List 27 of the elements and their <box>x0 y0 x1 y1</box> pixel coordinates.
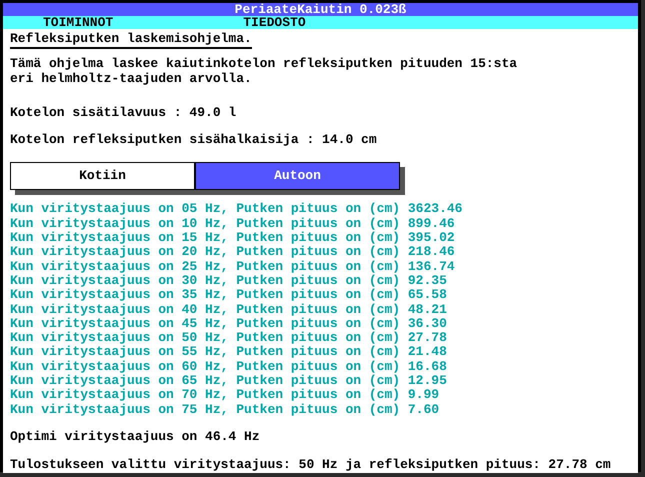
result-line: Kun viritystaajuus on 45 Hz, Putken pituus on (cm) 36.30 <box>10 316 448 332</box>
result-line: Kun viritystaajuus on 35 Hz, Putken pituus on (cm) 65.58 <box>10 288 448 303</box>
description-line: Tämä ohjelma laskee kaiutinkotelon refleksiputken pituuden 15:sta <box>10 57 518 72</box>
diameter-text: Kotelon refleksiputken sisähalkaisija : 14.0 cm <box>10 133 378 148</box>
menu-item[interactable]: TIEDOSTO <box>243 16 306 29</box>
result-line: Kun viritystaajuus on 40 Hz, Putken pituus on (cm) 48.21 <box>10 302 448 317</box>
output-text: Tulostukseen valittu viritystaajuus: 50 Hz ja refleksiputken pituus: 27.78 cm <box>10 458 612 473</box>
result-line: Kun viritystaajuus on 55 Hz, Putken pituus on (cm) 21.48 <box>10 345 448 360</box>
result-line: Kun viritystaajuus on 25 Hz, Putken pituus on (cm) 136.74 <box>10 260 456 274</box>
result-line: Kun viritystaajuus on 05 Hz, Putken pituus on (cm) 3623.46 <box>10 202 464 217</box>
result-line: Kun viritystaajuus on 15 Hz, Putken pituus on (cm) 395.02 <box>10 231 456 246</box>
option-button[interactable]: Kotiin <box>10 162 195 190</box>
result-line: Kun viritystaajuus on 10 Hz, Putken pituus on (cm) 899.46 <box>10 216 456 232</box>
result-line: Kun viritystaajuus on 70 Hz, Putken pituus on (cm) 9.99 <box>10 388 440 403</box>
result-line: Kun viritystaajuus on 20 Hz, Putken pituus on (cm) 218.46 <box>10 245 456 260</box>
heading: Refleksiputken laskemisohjelma. <box>10 32 252 50</box>
result-line: Kun viritystaajuus on 60 Hz, Putken pituus on (cm) 16.68 <box>10 360 448 374</box>
result-line: Kun viritystaajuus on 30 Hz, Putken pituus on (cm) 92.35 <box>10 274 448 288</box>
menu-item[interactable]: TOIMINNOT <box>43 16 114 29</box>
optimum-text: Optimi viritystaajuus on 46.4 Hz <box>10 430 261 444</box>
result-line: Kun viritystaajuus on 50 Hz, Putken pituus on (cm) 27.78 <box>10 331 448 346</box>
window-title: PeriaateKaiutin 0.023ß <box>234 3 406 16</box>
result-line: Kun viritystaajuus on 75 Hz, Putken pituus on (cm) 7.60 <box>10 402 440 417</box>
description-line: eri helmholtz-taajuden arvolla. <box>10 72 253 86</box>
volume-text: Kotelon sisätilavuus : 49.0 l <box>10 106 238 120</box>
result-line: Kun viritystaajuus on 65 Hz, Putken pituus on (cm) 12.95 <box>10 374 448 388</box>
option-button[interactable]: Autoon <box>195 162 400 190</box>
